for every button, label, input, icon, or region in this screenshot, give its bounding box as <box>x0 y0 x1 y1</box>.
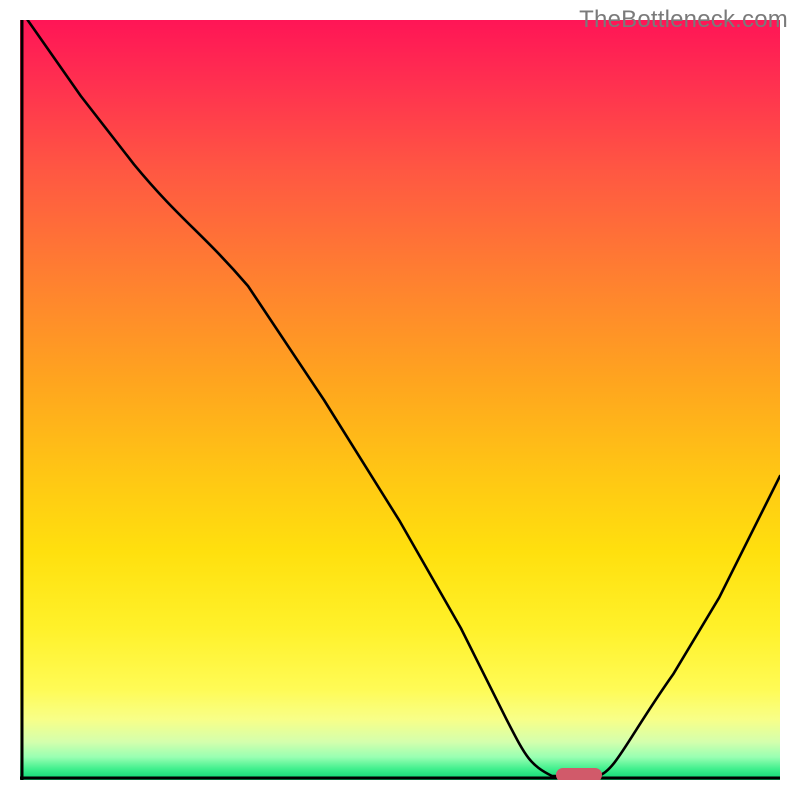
sweet-spot-marker <box>556 768 602 780</box>
plot-area <box>20 20 780 780</box>
plot-svg <box>20 20 780 780</box>
bottleneck-curve <box>28 20 780 776</box>
watermark-text: TheBottleneck.com <box>579 6 788 34</box>
chart-container: TheBottleneck.com <box>0 0 800 800</box>
